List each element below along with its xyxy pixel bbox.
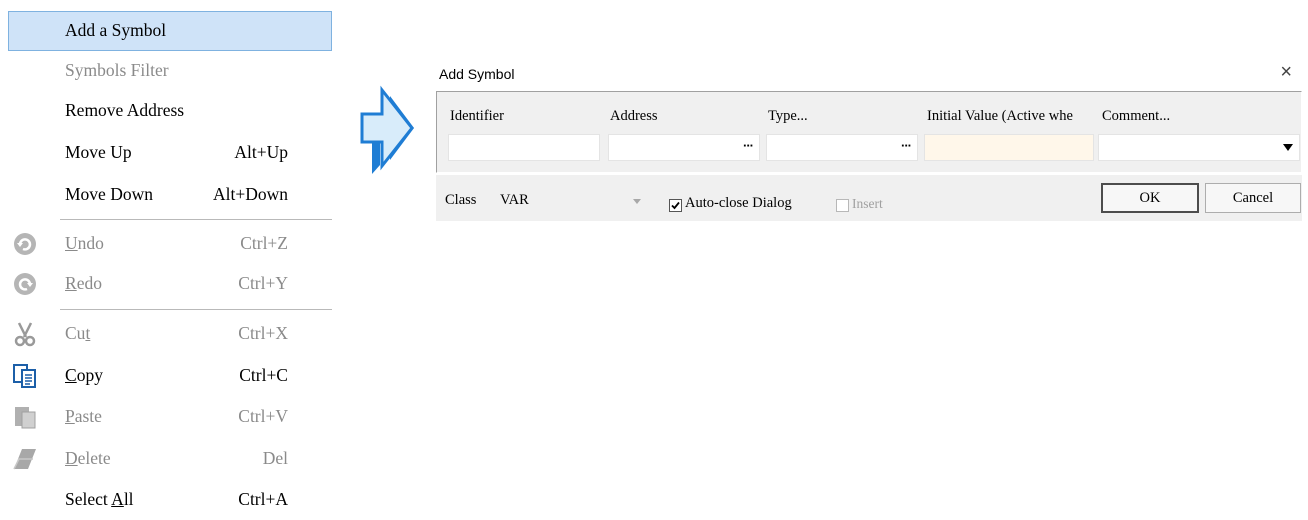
menu-item-accelerator: U xyxy=(65,233,78,253)
chevron-down-icon[interactable] xyxy=(1283,144,1293,151)
ok-button[interactable]: OK xyxy=(1101,183,1199,213)
menu-item-label: edo xyxy=(76,273,102,293)
menu-separator xyxy=(60,219,332,220)
menu-item-label: Move Down xyxy=(65,184,153,204)
menu-item-select-all[interactable]: Select All Ctrl+A xyxy=(8,480,332,520)
menu-item-symbols-filter[interactable]: Symbols Filter xyxy=(8,51,332,91)
menu-item-label: opy xyxy=(76,365,103,385)
menu-item-shortcut: Ctrl+A xyxy=(238,489,288,509)
column-header-initial-value: Initial Value (Active whe xyxy=(927,108,1073,124)
right-arrow-icon xyxy=(360,85,414,174)
menu-item-paste[interactable]: Paste Ctrl+V xyxy=(8,397,332,437)
menu-item-undo[interactable]: Undo Ctrl+Z xyxy=(8,224,332,264)
menu-item-shortcut: Del xyxy=(262,448,288,468)
menu-item-label: aste xyxy=(74,406,102,426)
redo-icon xyxy=(12,271,38,297)
menu-item-shortcut: Ctrl+V xyxy=(238,406,288,426)
column-header-identifier: Identifier xyxy=(450,108,504,124)
close-icon[interactable]: × xyxy=(1280,61,1292,84)
address-input[interactable]: ··· xyxy=(608,134,760,161)
context-menu: Add a Symbol Symbols Filter Remove Addre… xyxy=(0,0,338,518)
menu-item-shortcut: Alt+Down xyxy=(212,184,288,204)
comment-combobox[interactable] xyxy=(1098,134,1300,161)
type-browse-button[interactable]: ··· xyxy=(901,138,912,153)
insert-checkbox[interactable] xyxy=(836,199,849,212)
menu-item-accelerator: R xyxy=(65,273,77,293)
checkmark-icon xyxy=(671,201,680,210)
menu-item-shortcut: Alt+Up xyxy=(234,142,288,162)
column-header-address: Address xyxy=(610,108,658,124)
menu-item-label: Symbols Filter xyxy=(65,60,169,80)
menu-item-shortcut: Ctrl+X xyxy=(238,323,288,343)
initial-value-input[interactable] xyxy=(924,134,1094,161)
identifier-input[interactable] xyxy=(448,134,600,161)
menu-item-move-down[interactable]: Move Down Alt+Down xyxy=(8,175,332,215)
menu-item-move-up[interactable]: Move Up Alt+Up xyxy=(8,133,332,173)
menu-item-label: Move Up xyxy=(65,142,132,162)
menu-item-shortcut: Ctrl+Y xyxy=(238,273,288,293)
menu-item-accelerator: t xyxy=(85,323,91,343)
address-browse-button[interactable]: ··· xyxy=(743,138,754,153)
auto-close-checkbox[interactable] xyxy=(669,199,682,212)
column-header-type[interactable]: Type... xyxy=(768,108,808,125)
cancel-button[interactable]: Cancel xyxy=(1205,183,1301,213)
scissors-icon xyxy=(12,321,38,347)
undo-icon xyxy=(12,231,38,257)
menu-item-copy[interactable]: Copy Ctrl+C xyxy=(8,356,332,396)
menu-item-label: ndo xyxy=(77,233,104,253)
menu-item-accelerator: D xyxy=(65,448,78,468)
menu-item-label: Remove Address xyxy=(65,100,185,120)
menu-item-accelerator: P xyxy=(65,406,75,426)
menu-item-shortcut: Ctrl+Z xyxy=(240,233,288,253)
column-header-comment[interactable]: Comment... xyxy=(1102,108,1170,125)
add-symbol-dialog: Add Symbol × Identifier Address Type... … xyxy=(430,58,1308,224)
menu-item-label: ll xyxy=(123,489,134,509)
menu-item-accelerator: C xyxy=(65,365,77,385)
dialog-title: Add Symbol xyxy=(439,66,515,82)
paste-icon xyxy=(12,404,38,430)
menu-item-cut[interactable]: Cut Ctrl+X xyxy=(8,314,332,354)
menu-item-shortcut: Ctrl+C xyxy=(239,365,288,385)
menu-item-accelerator: A xyxy=(111,489,124,509)
class-select[interactable]: VAR xyxy=(500,192,529,209)
menu-item-label: elete xyxy=(77,448,111,468)
menu-item-remove-address[interactable]: Remove Address xyxy=(8,91,332,131)
menu-item-add-symbol[interactable]: Add a Symbol xyxy=(8,11,332,51)
eraser-icon xyxy=(12,446,38,472)
menu-item-label: Cu xyxy=(65,323,86,343)
menu-item-delete[interactable]: Delete Del xyxy=(8,439,332,479)
menu-item-label: Select xyxy=(65,489,112,509)
type-input[interactable]: ··· xyxy=(766,134,918,161)
copy-icon xyxy=(12,363,38,389)
class-dropdown-icon[interactable] xyxy=(633,199,641,204)
auto-close-label[interactable]: Auto-close Dialog xyxy=(685,195,792,212)
menu-separator xyxy=(60,309,332,310)
insert-label: Insert xyxy=(852,196,883,211)
class-label: Class xyxy=(445,192,477,208)
menu-item-redo[interactable]: Redo Ctrl+Y xyxy=(8,264,332,304)
menu-item-label: Add a Symbol xyxy=(65,20,167,40)
